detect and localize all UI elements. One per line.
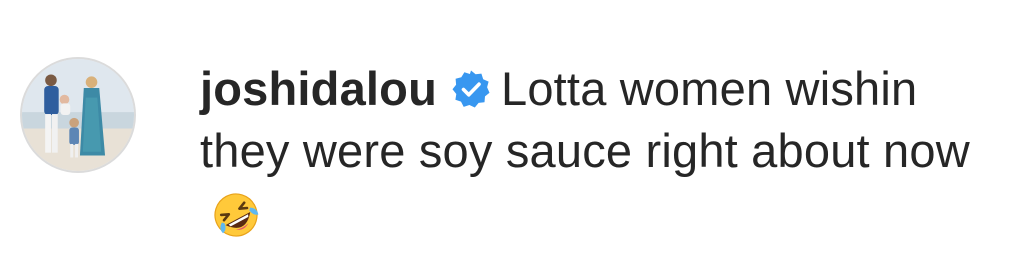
comment-row: joshidalou Lotta women wishin they were …	[0, 0, 1024, 265]
username-link[interactable]: joshidalou	[200, 62, 437, 115]
rolling-on-floor-laughing-emoji-icon	[212, 191, 260, 239]
comment-body: joshidalou Lotta women wishin they were …	[200, 58, 1010, 244]
profile-photo-icon	[22, 59, 134, 171]
avatar[interactable]	[20, 57, 136, 173]
verified-badge-icon	[451, 69, 491, 109]
